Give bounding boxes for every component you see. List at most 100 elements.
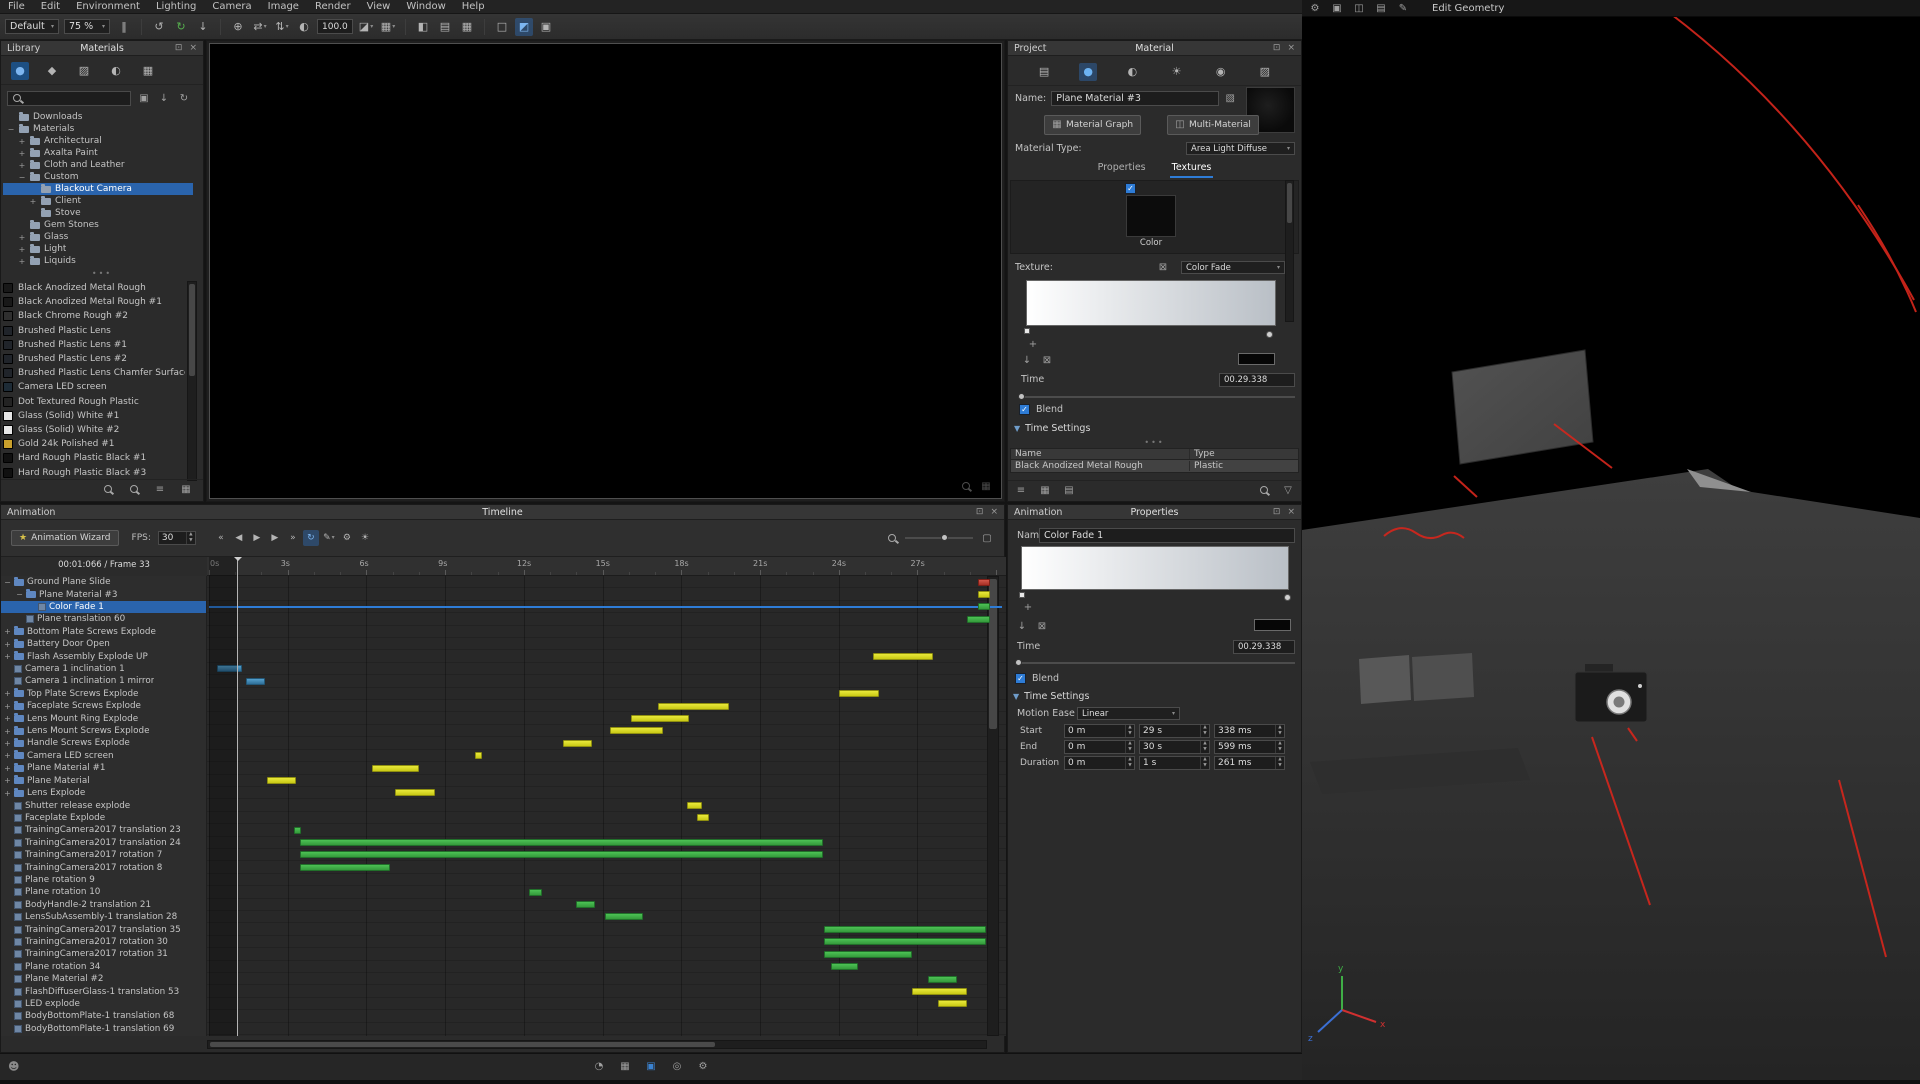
animation-bar[interactable] (246, 678, 266, 685)
timeline-lane[interactable] (207, 861, 1006, 873)
animation-bar[interactable] (267, 777, 296, 784)
table-row[interactable]: Black Anodized Metal RoughPlastic (1010, 460, 1299, 473)
close-panel-icon[interactable]: × (189, 43, 197, 53)
timeline-lane[interactable] (207, 899, 1006, 911)
animation-bar[interactable] (967, 616, 989, 623)
import-icon[interactable]: ↓ (157, 91, 171, 105)
row-expander[interactable]: + (4, 640, 11, 649)
scrollbar-horizontal[interactable] (207, 1040, 987, 1049)
zoom-out-icon[interactable] (101, 483, 115, 497)
tab-textures[interactable]: Textures (1170, 161, 1214, 178)
scrollbar-vertical[interactable] (187, 281, 197, 481)
row-expander[interactable]: + (4, 739, 11, 748)
multi-material-button[interactable]: ◫ Multi-Material (1167, 115, 1259, 135)
pane-bottom-icon[interactable]: ▤ (436, 18, 454, 36)
material-list-item[interactable]: Brushed Plastic Lens #1 (3, 338, 185, 352)
timeline-row-label[interactable]: TrainingCamera2017 rotation 30 (1, 936, 206, 948)
timeline-row-label[interactable]: FlashDiffuserGlass-1 translation 53 (1, 985, 206, 997)
environment-tab-icon[interactable]: ◐ (1123, 63, 1141, 81)
orbit-camera-icon[interactable]: ↺ (150, 18, 168, 36)
keyframe-edit-icon[interactable]: ✎▾ (321, 530, 337, 546)
timeline-row-label[interactable]: +Lens Mount Ring Explode (1, 712, 206, 724)
gradient-position-dot[interactable] (1266, 331, 1273, 338)
timeline-row-label[interactable]: Camera 1 inclination 1 (1, 663, 206, 675)
material-tab-icon[interactable]: ● (1079, 63, 1097, 81)
library-tree-item[interactable]: +Client (3, 195, 193, 207)
gradient-stop-handle[interactable] (1019, 592, 1025, 598)
pan-icon[interactable]: ⊕ (229, 18, 247, 36)
timeline-zoom-slider[interactable] (905, 537, 973, 539)
color-swatch[interactable] (1238, 353, 1275, 365)
timeline-lane[interactable] (207, 737, 1006, 749)
timing-end-m-stepper[interactable]: 0 m▲▼ (1064, 740, 1135, 754)
timeline-row-label[interactable]: TrainingCamera2017 rotation 8 (1, 861, 206, 873)
float-panel-icon[interactable]: ⊡ (1273, 43, 1281, 53)
scrollbar-thumb[interactable] (210, 1042, 715, 1047)
timing-start-ms-stepper[interactable]: 338 ms▲▼ (1214, 724, 1285, 738)
column-header[interactable]: Name (1011, 449, 1189, 459)
box-geometry[interactable] (1412, 653, 1474, 701)
panel-splitter-handle[interactable]: ••• (1008, 438, 1301, 447)
animation-name-field[interactable]: Color Fade 1 (1039, 528, 1295, 543)
row-expander[interactable]: + (4, 789, 11, 798)
perspective-icon[interactable]: ◪▾ (357, 18, 375, 36)
colors-tab-icon[interactable]: ◆ (43, 62, 61, 80)
pane-left-icon[interactable]: ◧ (414, 18, 432, 36)
timeline-row-label[interactable]: BodyBottomPlate-1 translation 68 (1, 1010, 206, 1022)
menu-image[interactable]: Image (260, 0, 307, 14)
timeline-row-label[interactable]: Plane rotation 10 (1, 886, 206, 898)
region-render-icon[interactable]: □ (493, 18, 511, 36)
tree-expander[interactable]: + (18, 137, 26, 146)
timeline-lane[interactable] (207, 750, 1006, 762)
row-expander[interactable]: − (16, 590, 23, 599)
row-expander[interactable]: + (4, 652, 11, 661)
motion-ease-dropdown[interactable]: Linear ▾ (1077, 707, 1180, 720)
close-panel-icon[interactable]: × (1287, 507, 1295, 517)
scrollbar-vertical[interactable] (987, 576, 999, 1036)
row-expander[interactable]: + (4, 702, 11, 711)
panel-splitter-handle[interactable]: ••• (1, 269, 203, 278)
color-fade-gradient[interactable] (1026, 280, 1276, 326)
timeline-row-label[interactable]: Shutter release explode (1, 799, 206, 811)
timeline-lane[interactable] (207, 688, 1006, 700)
animation-bar[interactable] (395, 789, 434, 796)
animation-bar[interactable] (978, 591, 990, 598)
filter-icon[interactable]: ▽ (1281, 483, 1295, 497)
settings-icon[interactable]: ⚙ (696, 1059, 710, 1073)
animation-bar[interactable] (529, 889, 542, 896)
tree-expander[interactable]: + (18, 245, 26, 254)
save-gradient-icon[interactable]: ↓ (1020, 353, 1034, 367)
camera-tab-icon[interactable]: ◉ (1212, 63, 1230, 81)
area-light-plane[interactable] (1452, 350, 1593, 464)
tree-expander[interactable]: + (29, 197, 37, 206)
timeline-lane[interactable] (207, 588, 1006, 600)
library-tree-item[interactable]: +Architectural (3, 135, 193, 147)
material-list-item[interactable]: Brushed Plastic Lens #2 (3, 352, 185, 366)
row-expander[interactable]: + (4, 727, 11, 736)
timeline-lane[interactable] (207, 725, 1006, 737)
material-list-item[interactable]: Camera LED screen (3, 380, 185, 394)
go-to-start-icon[interactable]: « (213, 530, 229, 546)
animation-bar[interactable] (687, 802, 703, 809)
gradient-position-dot[interactable] (1284, 594, 1291, 601)
timeline-lane[interactable] (207, 663, 1006, 675)
timeline-row-label[interactable]: Plane translation 60 (1, 613, 206, 625)
time-settings-header[interactable]: ▼ Time Settings (1008, 421, 1301, 435)
timeline-lane[interactable] (207, 775, 1006, 787)
menu-file[interactable]: File (0, 0, 33, 14)
float-panel-icon[interactable]: ⊡ (1273, 507, 1281, 517)
timeline-lane[interactable] (207, 911, 1006, 923)
float-panel-icon[interactable]: ⊡ (976, 507, 984, 517)
stepper-arrows[interactable]: ▲▼ (1200, 757, 1209, 769)
timeline-row-label[interactable]: −Plane Material #3 (1, 588, 206, 600)
timeline-row-label[interactable]: +Handle Screws Explode (1, 737, 206, 749)
gradient-stop-handle[interactable] (1024, 328, 1030, 334)
timeline-lane[interactable] (207, 576, 1006, 588)
timeline-lane[interactable] (207, 849, 1006, 861)
timeline-row-label[interactable]: Plane Material #2 (1, 973, 206, 985)
search-icon[interactable] (1257, 483, 1271, 497)
timing-duration-m-stepper[interactable]: 0 m▲▼ (1064, 756, 1135, 770)
play-icon[interactable]: ▶ (249, 530, 265, 546)
menu-edit[interactable]: Edit (33, 0, 68, 14)
edit-mode-icon[interactable]: ✎ (1396, 1, 1410, 15)
